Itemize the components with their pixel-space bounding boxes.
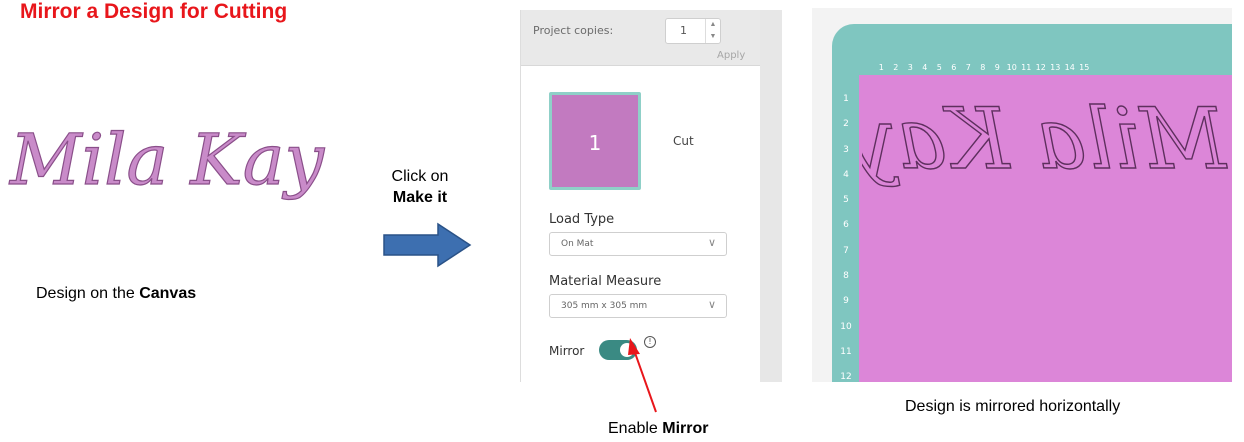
click-caption: Click on Make it	[370, 166, 470, 208]
chevron-down-icon: ∨	[707, 236, 716, 249]
ruler-left-tick: 5	[843, 195, 849, 206]
mirror-label: Mirror	[549, 344, 585, 358]
mirror-caption: Enable Mirror	[608, 420, 709, 438]
material-measure-select[interactable]: 305 mm x 305 mm ∨	[549, 294, 727, 318]
material-measure-label: Material Measure	[549, 274, 662, 289]
canvas-caption-emphasis: Canvas	[139, 285, 197, 302]
ruler-left-tick: 1	[843, 94, 849, 104]
make-it-panel: Project copies: 1 ▲ ▼ Apply 1 Cut Load T…	[520, 10, 762, 382]
mirrored-caption: Design is mirrored horizontally	[905, 398, 1121, 415]
mirror-caption-prefix: Enable	[608, 420, 663, 437]
copies-stepper[interactable]: ▲ ▼	[705, 19, 720, 43]
design-text-graphic: Mila Kay	[8, 118, 326, 201]
ruler-left-tick: 11	[840, 346, 852, 357]
mirrored-design-graphic: Mila Kay	[862, 89, 1229, 188]
mirror-caption-emphasis: Mirror	[662, 420, 709, 437]
material-measure-value: 305 mm x 305 mm	[561, 301, 648, 311]
stepper-down-icon[interactable]: ▼	[706, 31, 720, 43]
canvas-caption-prefix: Design on the	[36, 285, 140, 302]
ruler-left: 1 2 3 4 5 6 7 8 9 10 11 12	[838, 94, 854, 382]
mat-thumbnail[interactable]: 1	[549, 92, 641, 190]
ruler-left-tick: 4	[843, 169, 849, 180]
mat-number: 1	[588, 131, 602, 155]
load-type-select[interactable]: On Mat ∨	[549, 232, 727, 256]
apply-button[interactable]: Apply	[717, 50, 745, 61]
ruler-left-tick: 10	[840, 321, 852, 332]
page-title: Mirror a Design for Cutting	[20, 0, 288, 23]
project-copies-bar: Project copies: 1 ▲ ▼ Apply	[521, 10, 761, 66]
ruler-left-tick: 12	[840, 372, 852, 382]
ruler-left-tick: 2	[843, 119, 849, 130]
click-caption-prefix: Click on	[391, 168, 449, 185]
mirrored-design-text: Mila Kay	[862, 90, 1228, 188]
design-text: Mila Kay	[8, 119, 325, 201]
load-type-label: Load Type	[549, 212, 615, 227]
ruler-left-tick: 7	[843, 245, 849, 256]
ruler-left-tick: 6	[843, 220, 849, 231]
ruler-left-tick: 3	[843, 144, 849, 155]
stepper-up-icon[interactable]: ▲	[706, 19, 720, 31]
canvas-caption: Design on the Canvas	[36, 285, 196, 303]
load-type-value: On Mat	[561, 239, 594, 249]
mat-preview: 1 2 3 4 5 6 7 8 9 10 11 12 13 14 15 1 2 3 4 5 6 7 8 9 10 11 12 Mi…	[812, 8, 1232, 382]
ruler-left-tick: 8	[843, 271, 849, 282]
right-arrow-icon	[383, 222, 472, 268]
project-copies-label: Project copies:	[533, 24, 614, 37]
red-pointer-arrow-icon	[628, 338, 657, 413]
panel-scrollbar[interactable]	[760, 10, 782, 382]
click-caption-emphasis: Make it	[392, 189, 448, 206]
chevron-down-icon: ∨	[707, 298, 716, 311]
mat-cut-label: Cut	[673, 134, 694, 148]
ruler-left-tick: 9	[843, 296, 849, 307]
